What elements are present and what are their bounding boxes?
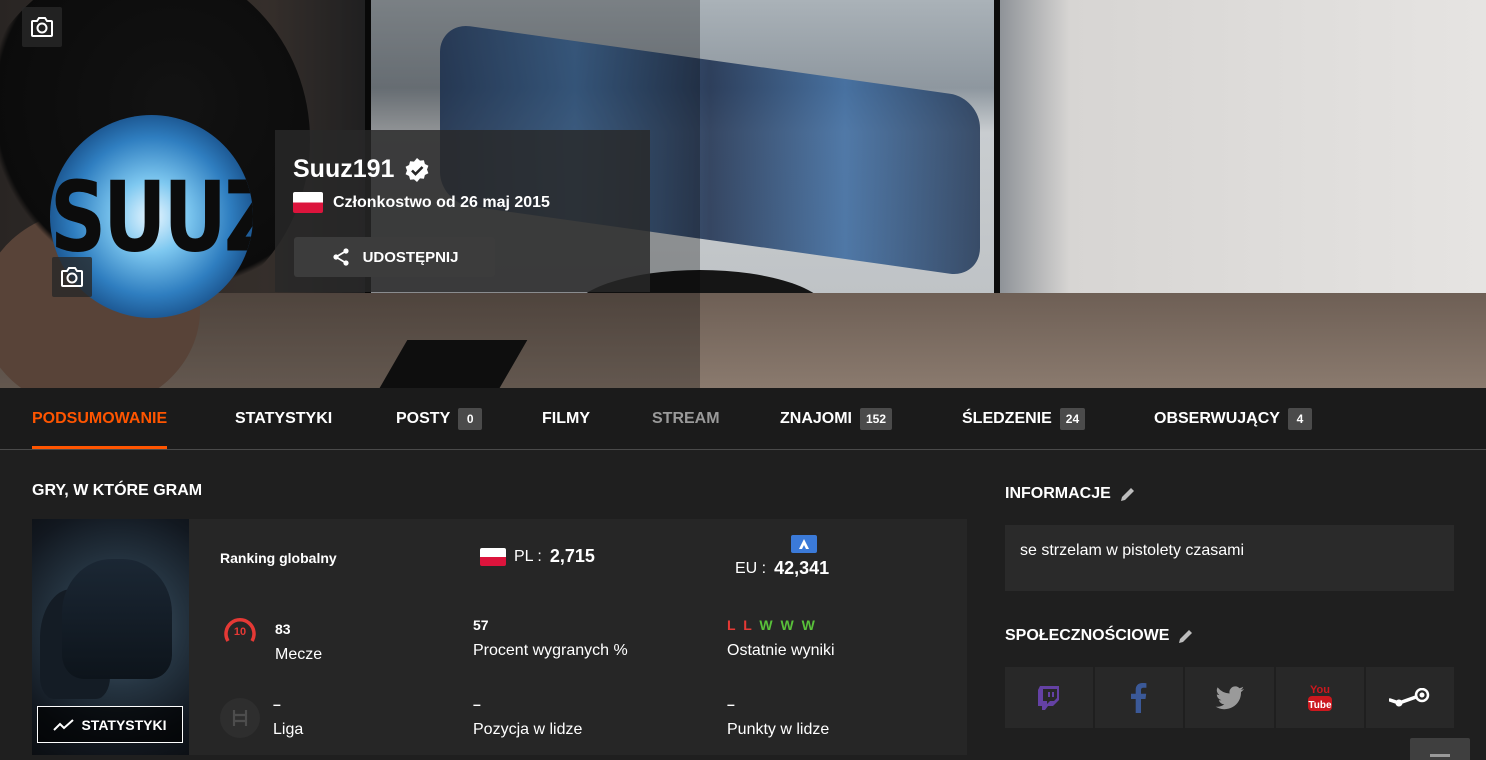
edit-pencil-icon[interactable] (1177, 627, 1195, 645)
tab-statystyki[interactable]: STATYSTYKI (235, 388, 332, 449)
cover-figure (62, 559, 172, 679)
result-loss: L (727, 617, 738, 633)
league-position-value: – (473, 696, 481, 712)
username: Suuz191 (293, 155, 395, 183)
tab-label: POSTY (396, 409, 451, 427)
tab-label: STREAM (652, 409, 720, 427)
youtube-link[interactable]: You Tube (1275, 667, 1364, 728)
youtube-icon: You Tube (1307, 684, 1332, 711)
result-win: W (780, 617, 796, 633)
game-stats-label: STATYSTYKI (81, 716, 167, 733)
ranking-label: Ranking globalny (220, 550, 337, 566)
tab-filmy[interactable]: FILMY (542, 388, 590, 449)
pl-rank: PL : 2,715 (480, 546, 595, 567)
social-links: You Tube (1005, 667, 1455, 728)
europe-region-icon (791, 535, 817, 553)
profile-tabs: PODSUMOWANIE STATYSTYKI POSTY 0 FILMY STR… (0, 388, 1486, 450)
social-section-title: SPOŁECZNOŚCIOWE (1005, 627, 1195, 645)
league-value: – (273, 696, 281, 712)
poland-flag-icon (480, 547, 506, 566)
pl-rank-label: PL : (514, 547, 542, 565)
tab-count: 152 (860, 407, 893, 430)
verified-badge-icon (406, 157, 429, 182)
svg-text:You: You (1310, 684, 1330, 696)
tab-label: STATYSTYKI (235, 409, 333, 427)
tab-sledzenie[interactable]: ŚLEDZENIE 24 (962, 388, 1086, 449)
info-box: se strzelam w pistolety czasami (1005, 525, 1454, 591)
profile-page: SUUZ Suuz191 Członkostwo od 26 maj 2015 … (0, 0, 1486, 760)
game-stats-button[interactable]: STATYSTYKI (37, 706, 183, 743)
result-win: W (801, 617, 817, 633)
info-section-title: INFORMACJE (1005, 485, 1137, 503)
poland-flag-icon (293, 192, 323, 213)
svg-text:Tube: Tube (1308, 700, 1332, 711)
username-row: Suuz191 (293, 155, 430, 184)
facebook-icon (1131, 682, 1147, 713)
winrate-label: Procent wygranych % (473, 642, 628, 659)
tab-label: FILMY (542, 409, 590, 427)
recent-results: L L W W W (727, 617, 817, 633)
tab-stream[interactable]: STREAM (652, 388, 720, 449)
games-section-title: GRY, W KTÓRE GRAM (32, 482, 203, 499)
winrate-value: 57 (473, 617, 489, 633)
tab-obserwujacy[interactable]: OBSERWUJĄCY 4 (1154, 388, 1312, 449)
league-label: Liga (273, 721, 304, 738)
tab-count: 0 (458, 407, 483, 430)
membership-row: Członkostwo od 26 maj 2015 (293, 192, 550, 213)
share-icon (332, 248, 349, 266)
change-avatar-button[interactable] (52, 257, 92, 297)
share-label: UDOSTĘPNIJ (362, 248, 459, 266)
tab-podsumowanie[interactable]: PODSUMOWANIE (32, 388, 168, 449)
tab-posty[interactable]: POSTY 0 (396, 388, 483, 449)
scroll-to-top-button[interactable] (1410, 738, 1470, 760)
tab-label: PODSUMOWANIE (32, 409, 168, 427)
pl-rank-value: 2,715 (549, 546, 595, 566)
info-text: se strzelam w pistolety czasami (1020, 542, 1245, 559)
tab-label: OBSERWUJĄCY (1154, 409, 1280, 427)
eu-rank-label: EU : (735, 559, 767, 577)
matches-label: Mecze (275, 646, 323, 663)
skill-level-icon: 10 (224, 618, 256, 642)
eu-rank: EU : 42,341 (735, 558, 829, 579)
twitter-icon (1215, 685, 1244, 709)
result-loss: L (743, 617, 754, 633)
info-title: INFORMACJE (1005, 485, 1111, 502)
scroll-top-icon (1430, 754, 1450, 757)
tab-count: 4 (1287, 407, 1312, 430)
skill-level-value: 10 (234, 626, 246, 638)
league-icon (220, 698, 260, 738)
steam-link[interactable] (1365, 667, 1455, 728)
league-points-value: – (727, 696, 735, 712)
edit-pencil-icon[interactable] (1119, 485, 1137, 503)
league-position-label: Pozycja w lidze (473, 721, 583, 738)
matches-value: 83 (275, 621, 291, 637)
trend-icon (53, 718, 75, 731)
tab-label: ZNAJOMI (780, 409, 852, 427)
result-win: W (759, 617, 775, 633)
league-points-label: Punkty w lidze (727, 721, 830, 738)
facebook-link[interactable] (1095, 667, 1184, 728)
twitch-icon (1038, 685, 1060, 710)
tab-znajomi[interactable]: ZNAJOMI 152 (780, 388, 893, 449)
social-title: SPOŁECZNOŚCIOWE (1005, 627, 1170, 644)
tab-label: ŚLEDZENIE (962, 409, 1052, 427)
share-button[interactable]: UDOSTĘPNIJ (294, 237, 495, 277)
membership-date: Członkostwo od 26 maj 2015 (333, 193, 550, 211)
eu-rank-value: 42,341 (774, 558, 830, 578)
camera-icon (61, 267, 83, 287)
twitter-link[interactable] (1185, 667, 1274, 728)
twitch-link[interactable] (1005, 667, 1094, 728)
recent-results-label: Ostatnie wyniki (727, 642, 835, 659)
tab-count: 24 (1059, 407, 1086, 430)
camera-icon (31, 17, 53, 37)
change-cover-button[interactable] (22, 7, 62, 47)
steam-icon (1388, 687, 1430, 706)
